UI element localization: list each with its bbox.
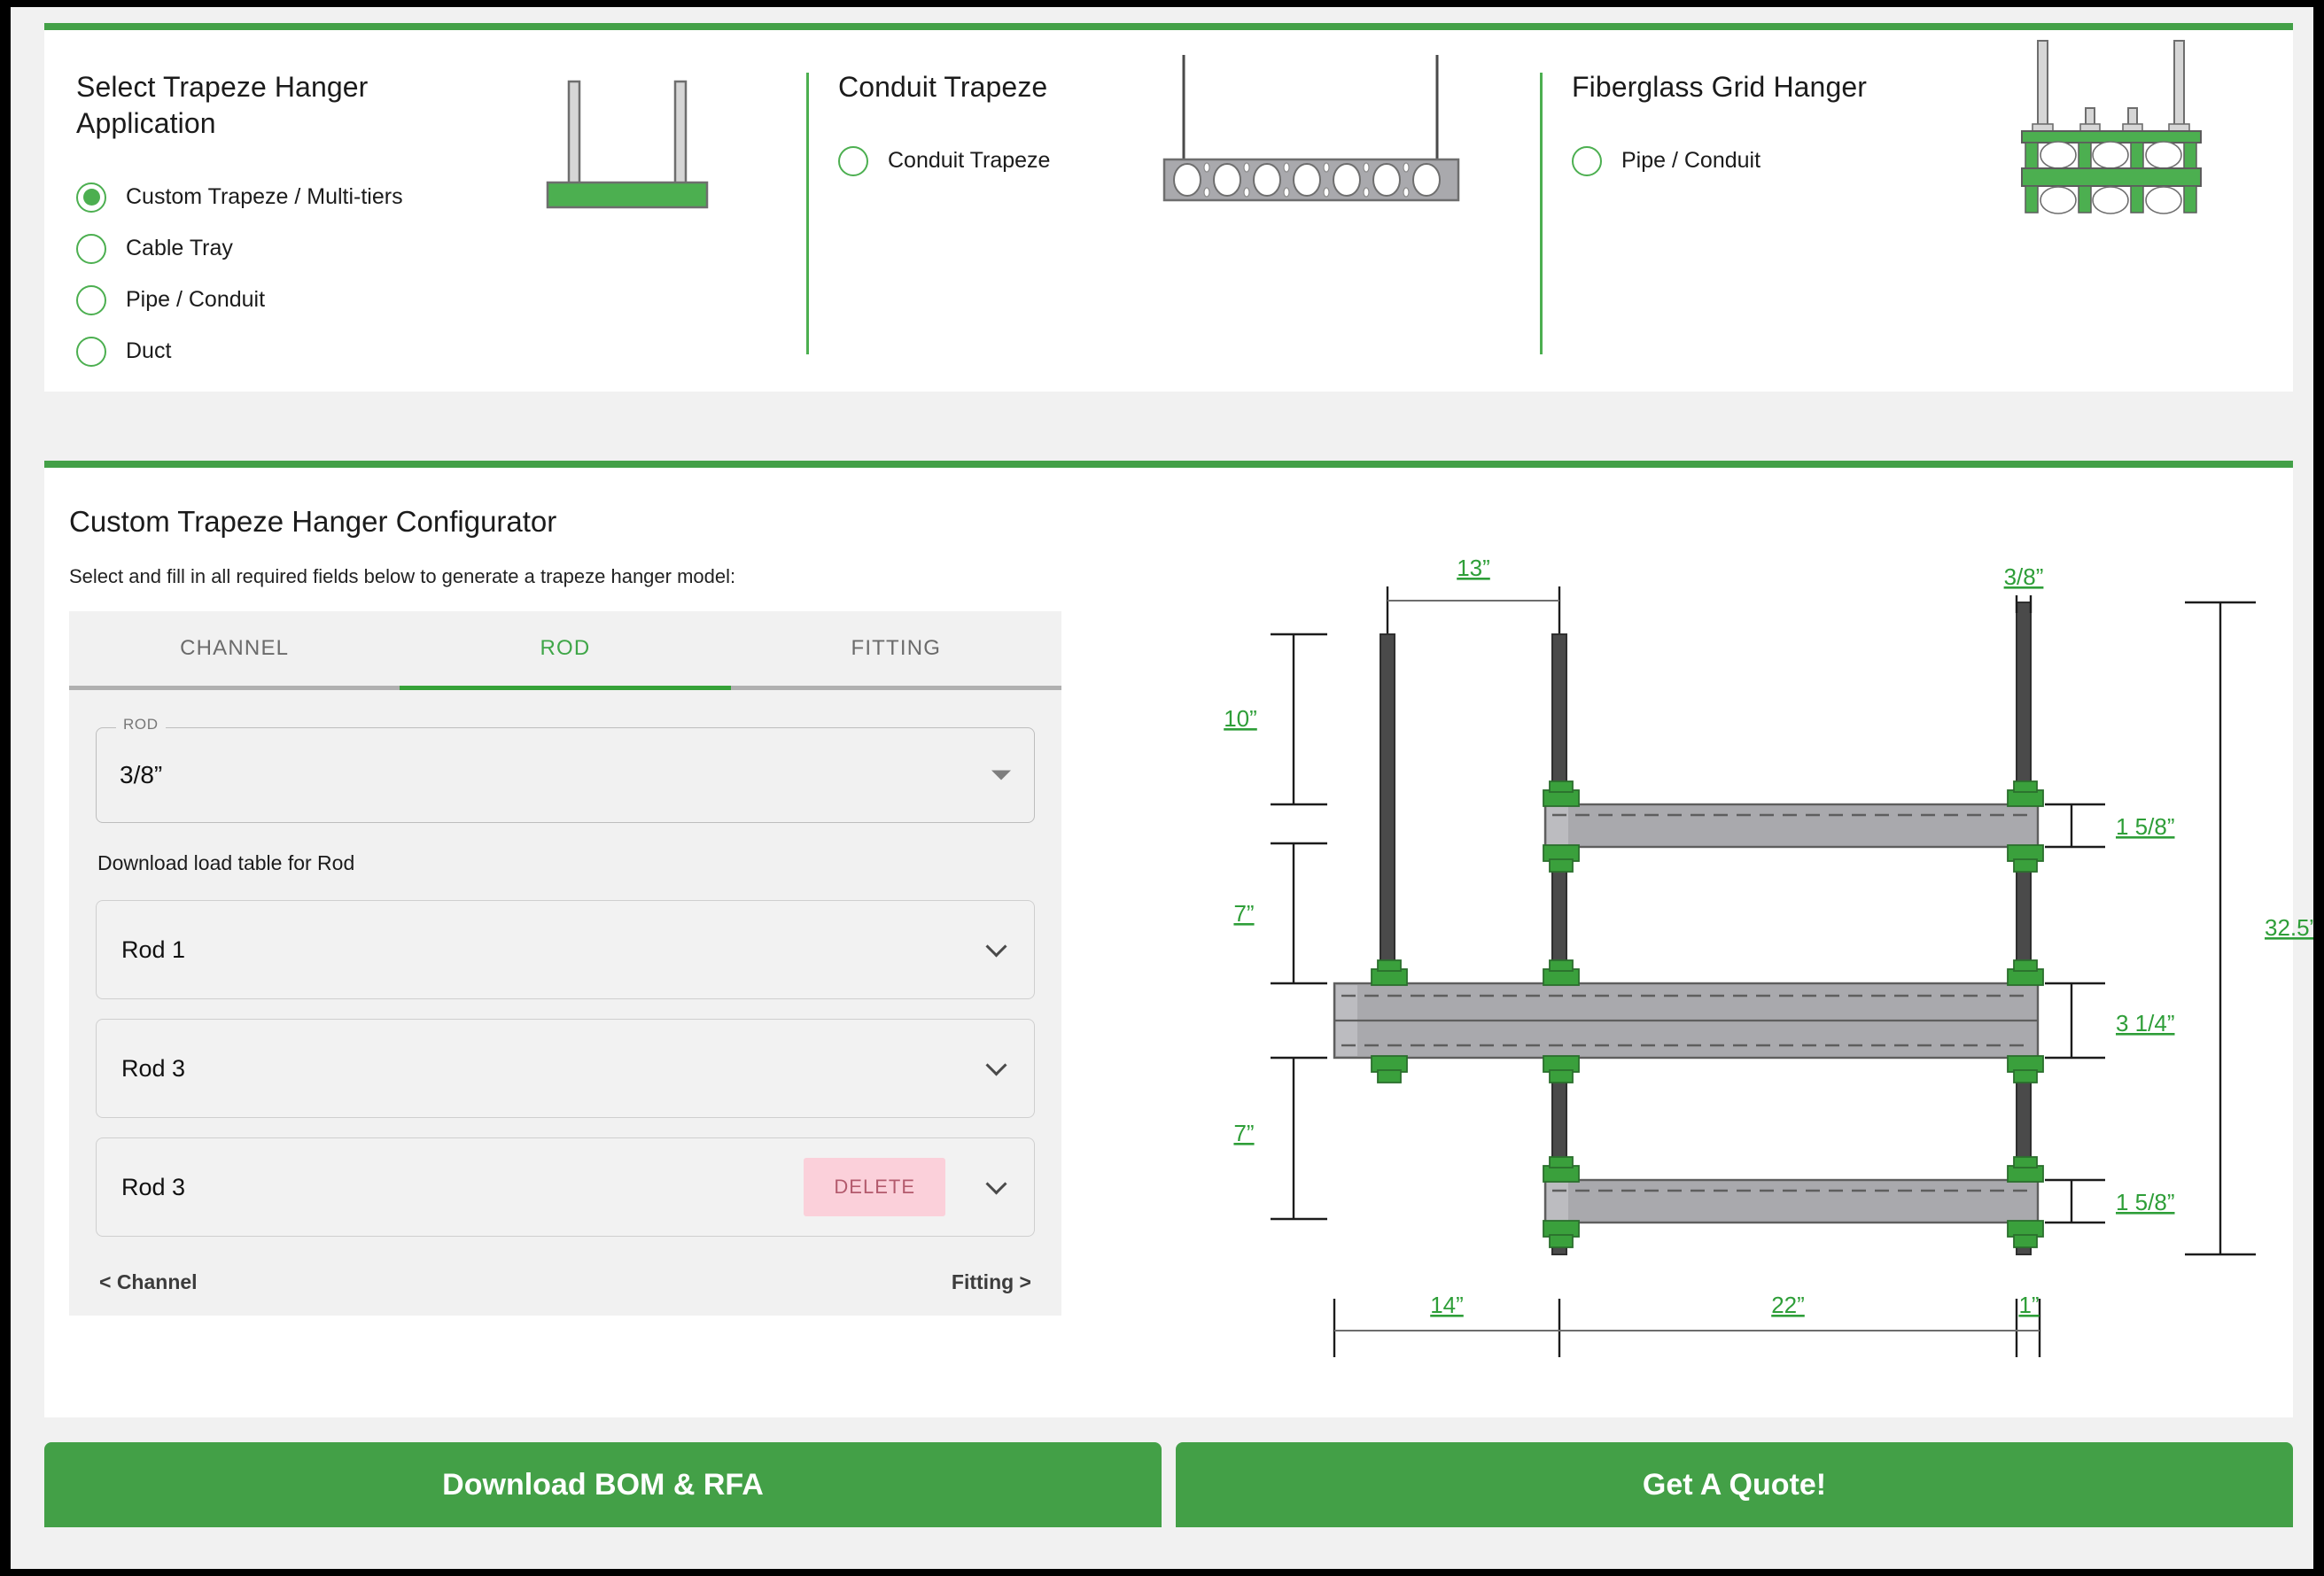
dim-bottom-right: 1” <box>2018 1292 2039 1318</box>
radio-label-conduit-trapeze: Conduit Trapeze <box>888 148 1051 174</box>
channel-tier-1 <box>1543 780 2044 873</box>
trapeze-channel-icon <box>540 74 718 216</box>
radio-icon-fiberglass-pipe-conduit[interactable] <box>1572 145 1602 176</box>
prev-step-link[interactable]: < Channel <box>99 1270 198 1294</box>
trapeze-drawing: .dimtxt{ font-family:"Liberation Sans", … <box>1061 555 2313 1357</box>
radio-icon-pipe-conduit[interactable] <box>76 284 106 315</box>
download-load-table-link[interactable]: Download load table for Rod <box>97 851 1061 875</box>
rod-select-value: 3/8” <box>120 761 163 788</box>
step-navigation: < Channel Fitting > <box>99 1270 1031 1294</box>
configurator-body: CHANNEL ROD FITTING ROD 3/8” Download lo… <box>44 555 2313 1357</box>
pane-title-3: Fiberglass Grid Hanger <box>1572 71 1867 103</box>
tab-underline-track <box>69 686 1061 690</box>
application-selector-card: Select Trapeze Hanger Application Custom… <box>44 23 2293 392</box>
dim-overall-height: 32.5” <box>2265 914 2313 941</box>
page-root: Select Trapeze Hanger Application Custom… <box>11 7 2313 1569</box>
list-item[interactable]: Rod 1 <box>96 900 1035 999</box>
page-title: Custom Trapeze Hanger Configurator <box>69 505 557 538</box>
pane-title-1: Select Trapeze Hanger Application <box>76 71 369 139</box>
dim-tier2-height: 3 1/4” <box>2116 1010 2175 1036</box>
rod-item-label: Rod 3 <box>121 1054 186 1082</box>
dim-left-middle: 7” <box>1233 900 1254 927</box>
radio-option-pipe-conduit[interactable]: Pipe / Conduit <box>76 275 806 326</box>
list-item[interactable]: Rod 3 DELETE <box>96 1137 1035 1237</box>
footer-actions: Download BOM & RFA Get A Quote! <box>44 1442 2293 1527</box>
tab-rod[interactable]: ROD <box>400 611 730 686</box>
list-item[interactable]: Rod 3 <box>96 1019 1035 1118</box>
chevron-down-icon[interactable] <box>985 1054 1007 1076</box>
radio-label-custom-trapeze: Custom Trapeze / Multi-tiers <box>126 184 403 210</box>
tab-channel[interactable]: CHANNEL <box>69 611 400 686</box>
chevron-down-icon[interactable] <box>991 770 1011 780</box>
pane-divider-1 <box>806 73 809 354</box>
download-bom-rfa-button[interactable]: Download BOM & RFA <box>44 1442 1162 1527</box>
pane-title-2: Conduit Trapeze <box>838 71 1048 103</box>
tab-active-indicator <box>400 686 731 690</box>
radio-option-cable-tray[interactable]: Cable Tray <box>76 223 806 275</box>
chevron-down-icon[interactable] <box>985 1173 1007 1195</box>
radio-label-pipe-conduit: Pipe / Conduit <box>126 287 266 313</box>
configurator-card: Custom Trapeze Hanger Configurator Selec… <box>44 461 2313 1417</box>
pane-fiberglass-grid: Fiberglass Grid Hanger Pipe / Conduit <box>1540 30 2284 392</box>
dim-left-lower: 7” <box>1233 1120 1254 1146</box>
trapeze-drawing-svg: .dimtxt{ font-family:"Liberation Sans", … <box>1224 555 2313 1357</box>
radio-option-duct[interactable]: Duct <box>76 326 806 377</box>
radio-icon-custom-trapeze[interactable] <box>76 182 106 213</box>
dim-bottom-left: 14” <box>1430 1292 1464 1318</box>
channel-tier-2 <box>1333 959 2044 1083</box>
dim-top-width: 13” <box>1457 555 1490 581</box>
dim-tier3-height: 1 5/8” <box>2116 1189 2175 1215</box>
radio-label-cable-tray: Cable Tray <box>126 236 233 261</box>
dim-bottom-middle: 22” <box>1771 1292 1805 1318</box>
rod-select-legend: ROD <box>116 716 166 734</box>
radio-label-fiberglass-pipe-conduit: Pipe / Conduit <box>1621 148 1761 174</box>
configurator-tabs: CHANNEL ROD FITTING <box>69 611 1061 686</box>
rod-select[interactable]: ROD 3/8” <box>96 716 1035 823</box>
tab-fitting[interactable]: FITTING <box>731 611 1061 686</box>
rod-item-label: Rod 3 <box>121 1173 186 1200</box>
radio-icon-duct[interactable] <box>76 336 106 367</box>
conduit-trapeze-icon <box>1161 46 1462 214</box>
chevron-down-icon[interactable] <box>985 936 1007 958</box>
pane-conduit-trapeze: Conduit Trapeze Conduit Trapeze <box>806 30 1540 392</box>
next-step-link[interactable]: Fitting > <box>952 1270 1031 1294</box>
rod-item-label: Rod 1 <box>121 936 186 963</box>
rod-accordion-list: Rod 1 Rod 3 Rod 3 DELETE <box>96 900 1035 1237</box>
radio-icon-conduit-trapeze[interactable] <box>838 145 868 176</box>
channel-tier-3 <box>1543 1156 2044 1248</box>
radio-label-duct: Duct <box>126 338 172 364</box>
radio-icon-cable-tray[interactable] <box>76 233 106 264</box>
dim-tier1-height: 1 5/8” <box>2116 813 2175 840</box>
get-a-quote-button[interactable]: Get A Quote! <box>1176 1442 2293 1527</box>
pane-custom-trapeze: Select Trapeze Hanger Application Custom… <box>44 30 806 392</box>
pane-divider-2 <box>1540 73 1543 354</box>
dim-rod-diameter: 3/8” <box>2004 563 2044 590</box>
application-panes: Select Trapeze Hanger Application Custom… <box>44 30 2293 392</box>
dim-left-upper: 10” <box>1224 705 1257 732</box>
configurator-form: CHANNEL ROD FITTING ROD 3/8” Download lo… <box>69 611 1061 1316</box>
fiberglass-grid-icon <box>2009 37 2213 214</box>
delete-button[interactable]: DELETE <box>804 1158 945 1216</box>
